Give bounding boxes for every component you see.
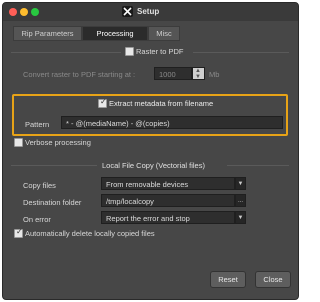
tab-rip-parameters[interactable]: Rip Parameters bbox=[13, 26, 82, 41]
pattern-input[interactable]: * - @(mediaName) - @(copies) bbox=[61, 116, 283, 129]
raster-to-pdf-checkbox[interactable] bbox=[125, 47, 134, 56]
verbose-processing-label: Verbose processing bbox=[25, 138, 91, 147]
copy-files-label: Copy files bbox=[23, 181, 56, 190]
destination-folder-input[interactable]: /tmp/localcopy bbox=[101, 194, 235, 207]
raster-to-pdf-label: Raster to PDF bbox=[136, 47, 184, 56]
on-error-dropdown-icon[interactable]: ▼ bbox=[235, 211, 246, 224]
local-copy-heading: Local File Copy (Vectorial files) bbox=[102, 161, 205, 170]
reset-button[interactable]: Reset bbox=[210, 271, 246, 288]
on-error-select[interactable]: Report the error and stop bbox=[101, 211, 235, 224]
convert-raster-size-input[interactable]: 1000 bbox=[154, 67, 192, 80]
pattern-label: Pattern bbox=[25, 120, 50, 129]
auto-delete-label: Automatically delete locally copied file… bbox=[25, 229, 155, 238]
checkmark-icon: ✓ bbox=[100, 97, 107, 106]
section-divider-right bbox=[193, 52, 289, 53]
window-title: Setup bbox=[137, 7, 160, 16]
extract-metadata-label: Extract metadata from filename bbox=[109, 99, 214, 108]
close-button[interactable]: Close bbox=[255, 271, 291, 288]
local-copy-divider-right bbox=[227, 165, 289, 166]
convert-raster-label: Convert raster to PDF starting at : bbox=[23, 70, 136, 79]
close-window-button[interactable] bbox=[9, 8, 17, 16]
app-logo-icon bbox=[122, 6, 133, 17]
checkmark-icon: ✓ bbox=[16, 227, 23, 236]
verbose-processing-checkbox[interactable] bbox=[14, 138, 23, 147]
copy-files-dropdown-icon[interactable]: ▼ bbox=[235, 177, 246, 190]
browse-folder-button[interactable]: ... bbox=[235, 194, 246, 207]
auto-delete-checkbox[interactable]: ✓ bbox=[14, 227, 23, 238]
size-stepper[interactable]: ▲ ▼ bbox=[192, 67, 205, 80]
title-bar: Setup bbox=[3, 3, 298, 21]
minimize-window-button[interactable] bbox=[20, 8, 28, 16]
extract-metadata-checkbox[interactable]: ✓ bbox=[98, 97, 107, 108]
local-copy-divider-left bbox=[11, 165, 97, 166]
destination-folder-label: Destination folder bbox=[23, 198, 82, 207]
section-divider-left bbox=[11, 52, 121, 53]
setup-window: Setup Rip Parameters Processing Misc Ras… bbox=[2, 2, 299, 300]
tab-misc[interactable]: Misc bbox=[148, 26, 180, 41]
maximize-window-button[interactable] bbox=[31, 8, 39, 16]
copy-files-select[interactable]: From removable devices bbox=[101, 177, 235, 190]
stepper-down-icon: ▼ bbox=[195, 74, 201, 80]
tab-processing[interactable]: Processing bbox=[82, 26, 148, 41]
size-unit-label: Mb bbox=[209, 70, 220, 79]
on-error-label: On error bbox=[23, 215, 51, 224]
